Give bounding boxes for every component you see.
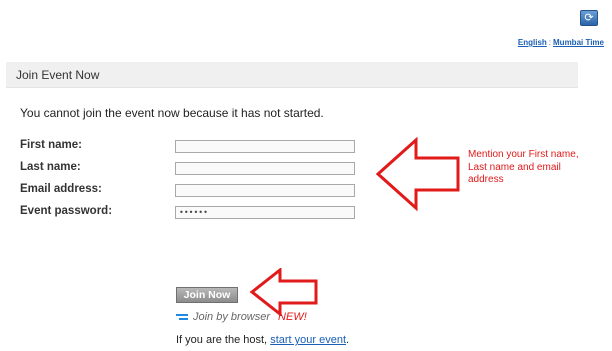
last-name-input[interactable] (175, 162, 355, 175)
new-badge: NEW! (278, 311, 307, 323)
top-links: English: Mumbai Time (518, 38, 604, 47)
email-label: Email address: (20, 183, 102, 195)
start-event-link[interactable]: start your event (270, 334, 346, 346)
join-by-browser-row[interactable]: Join by browser NEW! (176, 311, 307, 323)
refresh-icon: ⟳ (584, 11, 594, 24)
browser-icon (176, 314, 188, 320)
first-name-label: First name: (20, 139, 82, 151)
join-now-button[interactable]: Join Now (176, 287, 238, 303)
panel-title: Join Event Now (16, 67, 100, 82)
form-pointer-arrow (376, 137, 460, 212)
event-not-started-notice: You cannot join the event now because it… (20, 106, 324, 120)
host-start-row: If you are the host, start your event. (176, 334, 349, 346)
join-pointer-arrow (250, 268, 318, 316)
event-password-input[interactable] (175, 206, 355, 219)
panel-title-bar: Join Event Now (6, 62, 578, 88)
email-input[interactable] (175, 184, 355, 197)
first-name-input[interactable] (175, 140, 355, 153)
form-hint-annotation: Mention your First name, Last name and e… (468, 149, 579, 185)
join-by-browser-label[interactable]: Join by browser (193, 311, 270, 323)
event-password-label: Event password: (20, 205, 113, 217)
refresh-button[interactable]: ⟳ (580, 10, 598, 26)
timezone-link[interactable]: Mumbai Time (553, 38, 604, 47)
language-link[interactable]: English (518, 38, 547, 47)
link-separator: : (548, 38, 552, 47)
host-prefix-text: If you are the host, (176, 334, 268, 346)
last-name-label: Last name: (20, 161, 81, 173)
host-suffix-text: . (346, 334, 350, 346)
